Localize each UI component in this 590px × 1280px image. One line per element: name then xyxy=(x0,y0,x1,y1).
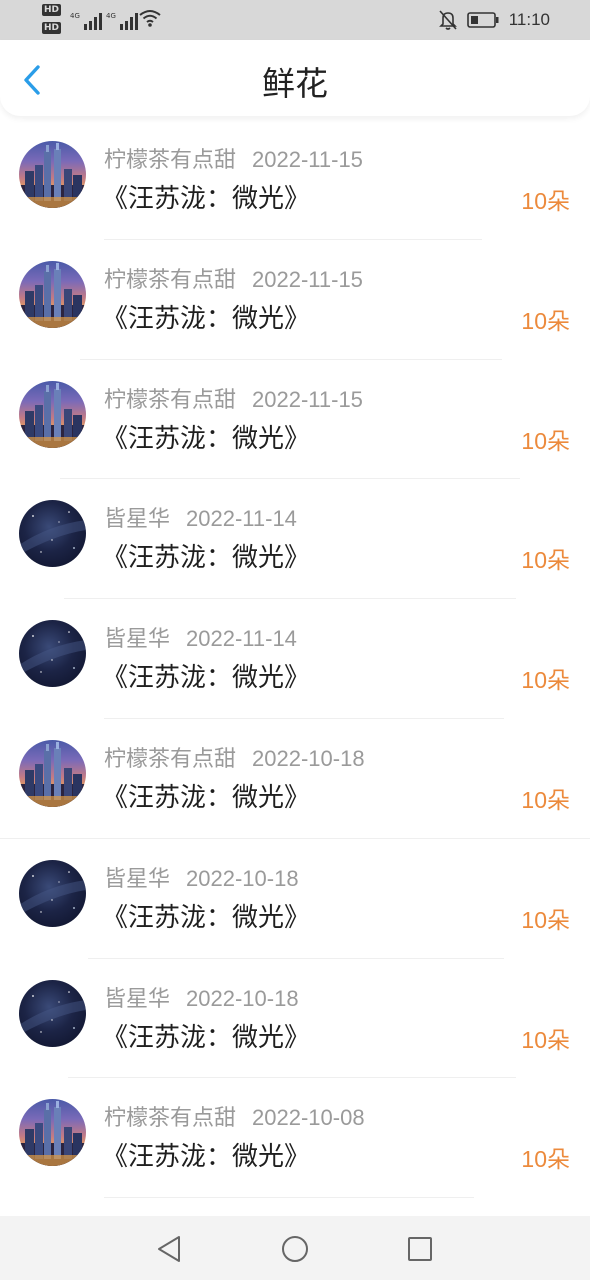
nav-home-button[interactable] xyxy=(280,1234,310,1264)
svg-text:4G: 4G xyxy=(70,12,80,20)
header: 鲜花 xyxy=(0,40,590,116)
list-item[interactable]: 柠檬茶有点甜 2022-10-18 《汪苏泷：微光》 10朵 xyxy=(0,719,590,839)
item-meta: 皆星华 2022-10-18 xyxy=(104,981,299,1013)
sender-name: 皆星华 xyxy=(104,985,171,1011)
item-date: 2022-11-14 xyxy=(186,506,297,532)
flower-count: 10朵 xyxy=(521,1146,570,1173)
svg-text:4G: 4G xyxy=(106,12,116,20)
sender-name: 柠檬茶有点甜 xyxy=(104,1105,237,1131)
flower-count: 10朵 xyxy=(521,427,570,454)
avatar[interactable] xyxy=(19,1099,86,1167)
item-meta: 柠檬茶有点甜 2022-11-15 xyxy=(104,262,363,294)
home-circle-icon xyxy=(282,1236,308,1262)
list-item[interactable]: 柠檬茶有点甜 2022-11-15 《汪苏泷：微光》 10朵 xyxy=(0,240,590,360)
flower-list: 柠檬茶有点甜 2022-11-15 《汪苏泷：微光》 10朵 柠檬茶有点甜 2022-11… xyxy=(0,120,590,1199)
avatar[interactable] xyxy=(19,739,86,807)
navigation-bar xyxy=(0,1216,590,1280)
status-right: 11:10 xyxy=(438,9,550,31)
item-meta: 柠檬茶有点甜 2022-11-15 xyxy=(104,142,363,174)
avatar[interactable] xyxy=(19,141,86,208)
item-title: 《汪苏泷：微光》 xyxy=(102,782,311,813)
divider xyxy=(104,1197,474,1199)
sender-name: 皆星华 xyxy=(104,865,171,891)
flower-count: 10朵 xyxy=(521,1026,570,1053)
hd-indicator-top: HD xyxy=(42,4,62,16)
item-meta: 柠檬茶有点甜 2022-10-18 xyxy=(104,741,365,773)
flower-count: 10朵 xyxy=(521,307,570,334)
flower-count: 10朵 xyxy=(521,906,570,933)
flower-count: 10朵 xyxy=(521,188,570,214)
back-button[interactable] xyxy=(18,62,48,98)
item-date: 2022-10-18 xyxy=(252,745,365,771)
avatar[interactable] xyxy=(19,859,86,927)
signal-icon: 4G xyxy=(70,12,102,30)
item-date: 2022-11-15 xyxy=(252,147,363,172)
item-meta: 柠檬茶有点甜 2022-10-08 xyxy=(104,1100,365,1132)
flower-count: 10朵 xyxy=(521,667,570,694)
status-bar: HD HD 4G 4G 11:10 xyxy=(0,0,590,40)
sender-name: 皆星华 xyxy=(104,506,171,532)
item-date: 2022-10-18 xyxy=(186,985,299,1011)
item-date: 2022-11-15 xyxy=(252,386,363,412)
recents-square-icon xyxy=(408,1237,432,1261)
flower-count: 10朵 xyxy=(521,547,570,574)
sender-name: 柠檬茶有点甜 xyxy=(104,745,237,771)
sender-name: 柠檬茶有点甜 xyxy=(104,147,237,172)
item-meta: 皆星华 2022-11-14 xyxy=(104,621,297,653)
sender-name: 柠檬茶有点甜 xyxy=(104,266,237,292)
list-item[interactable]: 皆星华 2022-11-14 《汪苏泷：微光》 10朵 xyxy=(0,599,590,719)
battery-icon xyxy=(466,12,499,28)
sender-name: 皆星华 xyxy=(104,626,171,652)
nav-back-button[interactable] xyxy=(155,1234,185,1264)
item-title: 《汪苏泷：微光》 xyxy=(102,663,311,694)
back-triangle-icon xyxy=(158,1236,180,1262)
nav-recents-button[interactable] xyxy=(405,1234,435,1264)
clock: 11:10 xyxy=(508,10,550,29)
page-title: 鲜花 xyxy=(262,64,328,103)
list-item[interactable]: 皆星华 2022-10-18 《汪苏泷：微光》 10朵 xyxy=(0,959,590,1079)
avatar[interactable] xyxy=(19,260,86,328)
item-meta: 皆星华 2022-11-14 xyxy=(104,501,297,533)
bell-off-icon xyxy=(438,10,457,30)
hd-indicator-bottom: HD xyxy=(42,22,62,34)
item-title: 《汪苏泷：微光》 xyxy=(102,184,311,214)
item-meta: 柠檬茶有点甜 2022-11-15 xyxy=(104,382,363,414)
item-title: 《汪苏泷：微光》 xyxy=(102,1142,311,1173)
item-date: 2022-11-15 xyxy=(252,266,363,292)
avatar[interactable] xyxy=(19,500,86,568)
list-item[interactable]: 柠檬茶有点甜 2022-11-15 《汪苏泷：微光》 10朵 xyxy=(0,120,590,240)
item-title: 《汪苏泷：微光》 xyxy=(102,902,311,933)
chevron-left-icon xyxy=(24,65,40,95)
item-title: 《汪苏泷：微光》 xyxy=(102,303,311,334)
wifi-icon xyxy=(139,10,161,27)
avatar[interactable] xyxy=(19,380,86,448)
avatar[interactable] xyxy=(19,620,86,688)
item-date: 2022-11-14 xyxy=(186,626,297,652)
signal-icon-2: 4G xyxy=(106,12,138,30)
item-title: 《汪苏泷：微光》 xyxy=(102,423,311,454)
sender-name: 柠檬茶有点甜 xyxy=(104,386,237,412)
avatar[interactable] xyxy=(19,979,86,1047)
item-meta: 皆星华 2022-10-18 xyxy=(104,861,299,893)
item-title: 《汪苏泷：微光》 xyxy=(102,543,311,574)
item-date: 2022-10-18 xyxy=(186,865,299,891)
item-date: 2022-10-08 xyxy=(252,1105,365,1131)
list-item[interactable]: 柠檬茶有点甜 2022-10-08 《汪苏泷：微光》 10朵 xyxy=(0,1078,590,1199)
list-item[interactable]: 皆星华 2022-11-14 《汪苏泷：微光》 10朵 xyxy=(0,479,590,600)
flower-count: 10朵 xyxy=(521,786,570,813)
item-title: 《汪苏泷：微光》 xyxy=(102,1022,311,1053)
list-item[interactable]: 皆星华 2022-10-18 《汪苏泷：微光》 10朵 xyxy=(0,839,590,959)
list-item[interactable]: 柠檬茶有点甜 2022-11-15 《汪苏泷：微光》 10朵 xyxy=(0,360,590,480)
